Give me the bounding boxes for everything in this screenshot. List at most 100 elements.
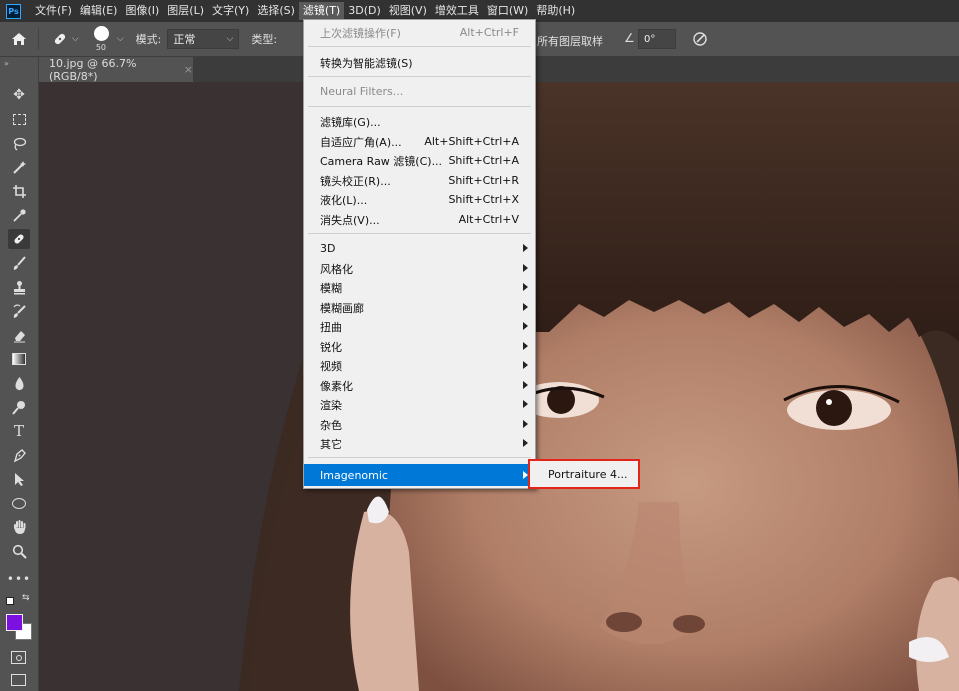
menu-item-label: 锐化 [320,340,342,354]
menu-filter[interactable]: 滤镜(T) [298,2,345,20]
foreground-color-swatch[interactable] [6,614,23,631]
home-icon[interactable] [0,32,38,46]
angle-icon: ∠ [624,31,635,45]
screen-mode-icon[interactable] [11,674,26,686]
menu-view[interactable]: 视图(V) [385,2,431,20]
menu-item-other[interactable]: 其它 [304,434,535,453]
menu-image[interactable]: 图像(I) [121,2,163,20]
menu-item-label: 消失点(V)... [320,213,380,227]
menu-item-video[interactable]: 视频 [304,356,535,375]
menu-item-label: 模糊画廊 [320,301,364,315]
menu-item-adaptive-wide-angle[interactable]: 自适应广角(A)... Alt+Shift+Ctrl+A [304,132,535,151]
menu-item-distort[interactable]: 扭曲 [304,317,535,336]
tools-panel: » ✥ T ••• ⇆ [0,57,39,691]
gradient-tool-icon[interactable] [8,349,30,369]
path-selection-tool-icon[interactable] [8,469,30,489]
blur-tool-icon[interactable] [8,373,30,393]
menu-item-label: 上次滤镜操作(F) [320,26,401,40]
chevron-down-icon: ⌵ [226,34,234,44]
eraser-tool-icon[interactable] [8,325,30,345]
crop-tool-icon[interactable] [8,181,30,201]
menu-item-noise[interactable]: 杂色 [304,415,535,434]
menu-item-shortcut: Shift+Ctrl+R [448,174,519,187]
menu-item-label: 3D [320,242,336,255]
menu-item-filter-gallery[interactable]: 滤镜库(G)... [304,112,535,131]
swap-colors-icon[interactable]: ⇆ [22,593,30,603]
mode-value: 正常 [173,33,196,46]
menu-item-render[interactable]: 渲染 [304,395,535,414]
submenu-arrow-icon [523,381,528,389]
menu-select[interactable]: 选择(S) [253,2,299,20]
menu-item-sharpen[interactable]: 锐化 [304,337,535,356]
menu-item-label: 模糊 [320,281,342,295]
submenu-arrow-icon [523,303,528,311]
imagenomic-submenu: Portraiture 4... [528,459,640,489]
sample-all-layers-label[interactable]: 所有图层取样 [537,33,603,49]
menu-item-neural-filters[interactable]: Neural Filters... [304,82,535,101]
submenu-arrow-icon [523,244,528,252]
mode-label: 模式: [135,33,162,46]
menu-item-liquify[interactable]: 液化(L)... Shift+Ctrl+X [304,190,535,209]
menu-item-label: Camera Raw 滤镜(C)... [320,154,443,168]
submenu-arrow-icon [523,400,528,408]
submenu-arrow-icon [523,283,528,291]
menu-item-lens-correction[interactable]: 镜头校正(R)... Shift+Ctrl+R [304,171,535,190]
hand-tool-icon[interactable] [8,517,30,537]
pen-tool-icon[interactable] [8,445,30,465]
menu-plugins[interactable]: 增效工具 [431,2,483,20]
dodge-tool-icon[interactable] [8,397,30,417]
menu-item-stylize[interactable]: 风格化 [304,259,535,278]
ellipse-tool-icon[interactable] [8,493,30,513]
marquee-tool-icon[interactable] [8,109,30,129]
menu-item-portraiture[interactable]: Portraiture 4... [548,468,627,481]
menu-item-blur-gallery[interactable]: 模糊画廊 [304,298,535,317]
menu-separator [308,233,531,234]
history-brush-tool-icon[interactable] [8,301,30,321]
angle-value: 0° [644,33,656,45]
menu-item-label: 渲染 [320,398,342,412]
menu-item-blur[interactable]: 模糊 [304,278,535,297]
menu-help[interactable]: 帮助(H) [532,2,579,20]
lasso-tool-icon[interactable] [8,133,30,153]
eyedropper-tool-icon[interactable] [8,205,30,225]
zoom-tool-icon[interactable] [8,541,30,561]
healing-brush-tool-preset-icon[interactable]: ⌵ [51,30,79,48]
mode-select[interactable]: 正常 ⌵ [167,29,240,49]
brush-size-picker[interactable]: 50 ⌵ [91,24,124,54]
angle-input[interactable]: 0° [638,29,676,49]
menu-item-3d[interactable]: 3D [304,239,535,258]
menu-item-vanishing-point[interactable]: 消失点(V)... Alt+Ctrl+V [304,210,535,229]
menu-item-imagenomic[interactable]: Imagenomic [304,464,535,486]
menu-item-convert-smart-filters[interactable]: 转换为智能滤镜(S) [304,53,535,72]
menu-layer[interactable]: 图层(L) [163,2,208,20]
menu-window[interactable]: 窗口(W) [483,2,532,20]
clone-stamp-tool-icon[interactable] [8,277,30,297]
close-icon[interactable]: × [184,63,193,76]
default-colors-icon[interactable] [6,597,14,605]
collapse-panel-icon[interactable]: » [4,59,9,68]
menu-file[interactable]: 文件(F) [31,2,76,20]
brush-tool-icon[interactable] [8,253,30,273]
magic-wand-tool-icon[interactable] [8,157,30,177]
menu-item-last-filter[interactable]: 上次滤镜操作(F) Alt+Ctrl+F [304,23,535,42]
menu-3d[interactable]: 3D(D) [344,2,385,20]
menu-item-shortcut: Shift+Ctrl+X [448,193,519,206]
document-tab-title: 10.jpg @ 66.7%(RGB/8*) [49,56,137,83]
menu-item-label: 转换为智能滤镜(S) [320,56,413,70]
menu-item-camera-raw-filter[interactable]: Camera Raw 滤镜(C)... Shift+Ctrl+A [304,151,535,170]
brush-size-value: 50 [95,43,107,52]
more-tools-icon[interactable]: ••• [7,569,30,589]
submenu-arrow-icon [523,322,528,330]
chevron-down-icon: ⌵ [116,34,124,44]
quick-mask-icon[interactable] [11,651,26,664]
menu-edit[interactable]: 编辑(E) [76,2,122,20]
menu-separator [308,46,531,47]
menu-type[interactable]: 文字(Y) [208,2,253,20]
move-tool-icon[interactable]: ✥ [8,85,30,105]
menu-item-label: 视频 [320,359,342,373]
healing-brush-tool-icon[interactable] [8,229,30,249]
document-tab[interactable]: 10.jpg @ 66.7%(RGB/8*) × [39,56,193,83]
type-tool-icon[interactable]: T [8,421,30,441]
menu-item-pixelate[interactable]: 像素化 [304,376,535,395]
pressure-icon[interactable] [692,31,708,50]
